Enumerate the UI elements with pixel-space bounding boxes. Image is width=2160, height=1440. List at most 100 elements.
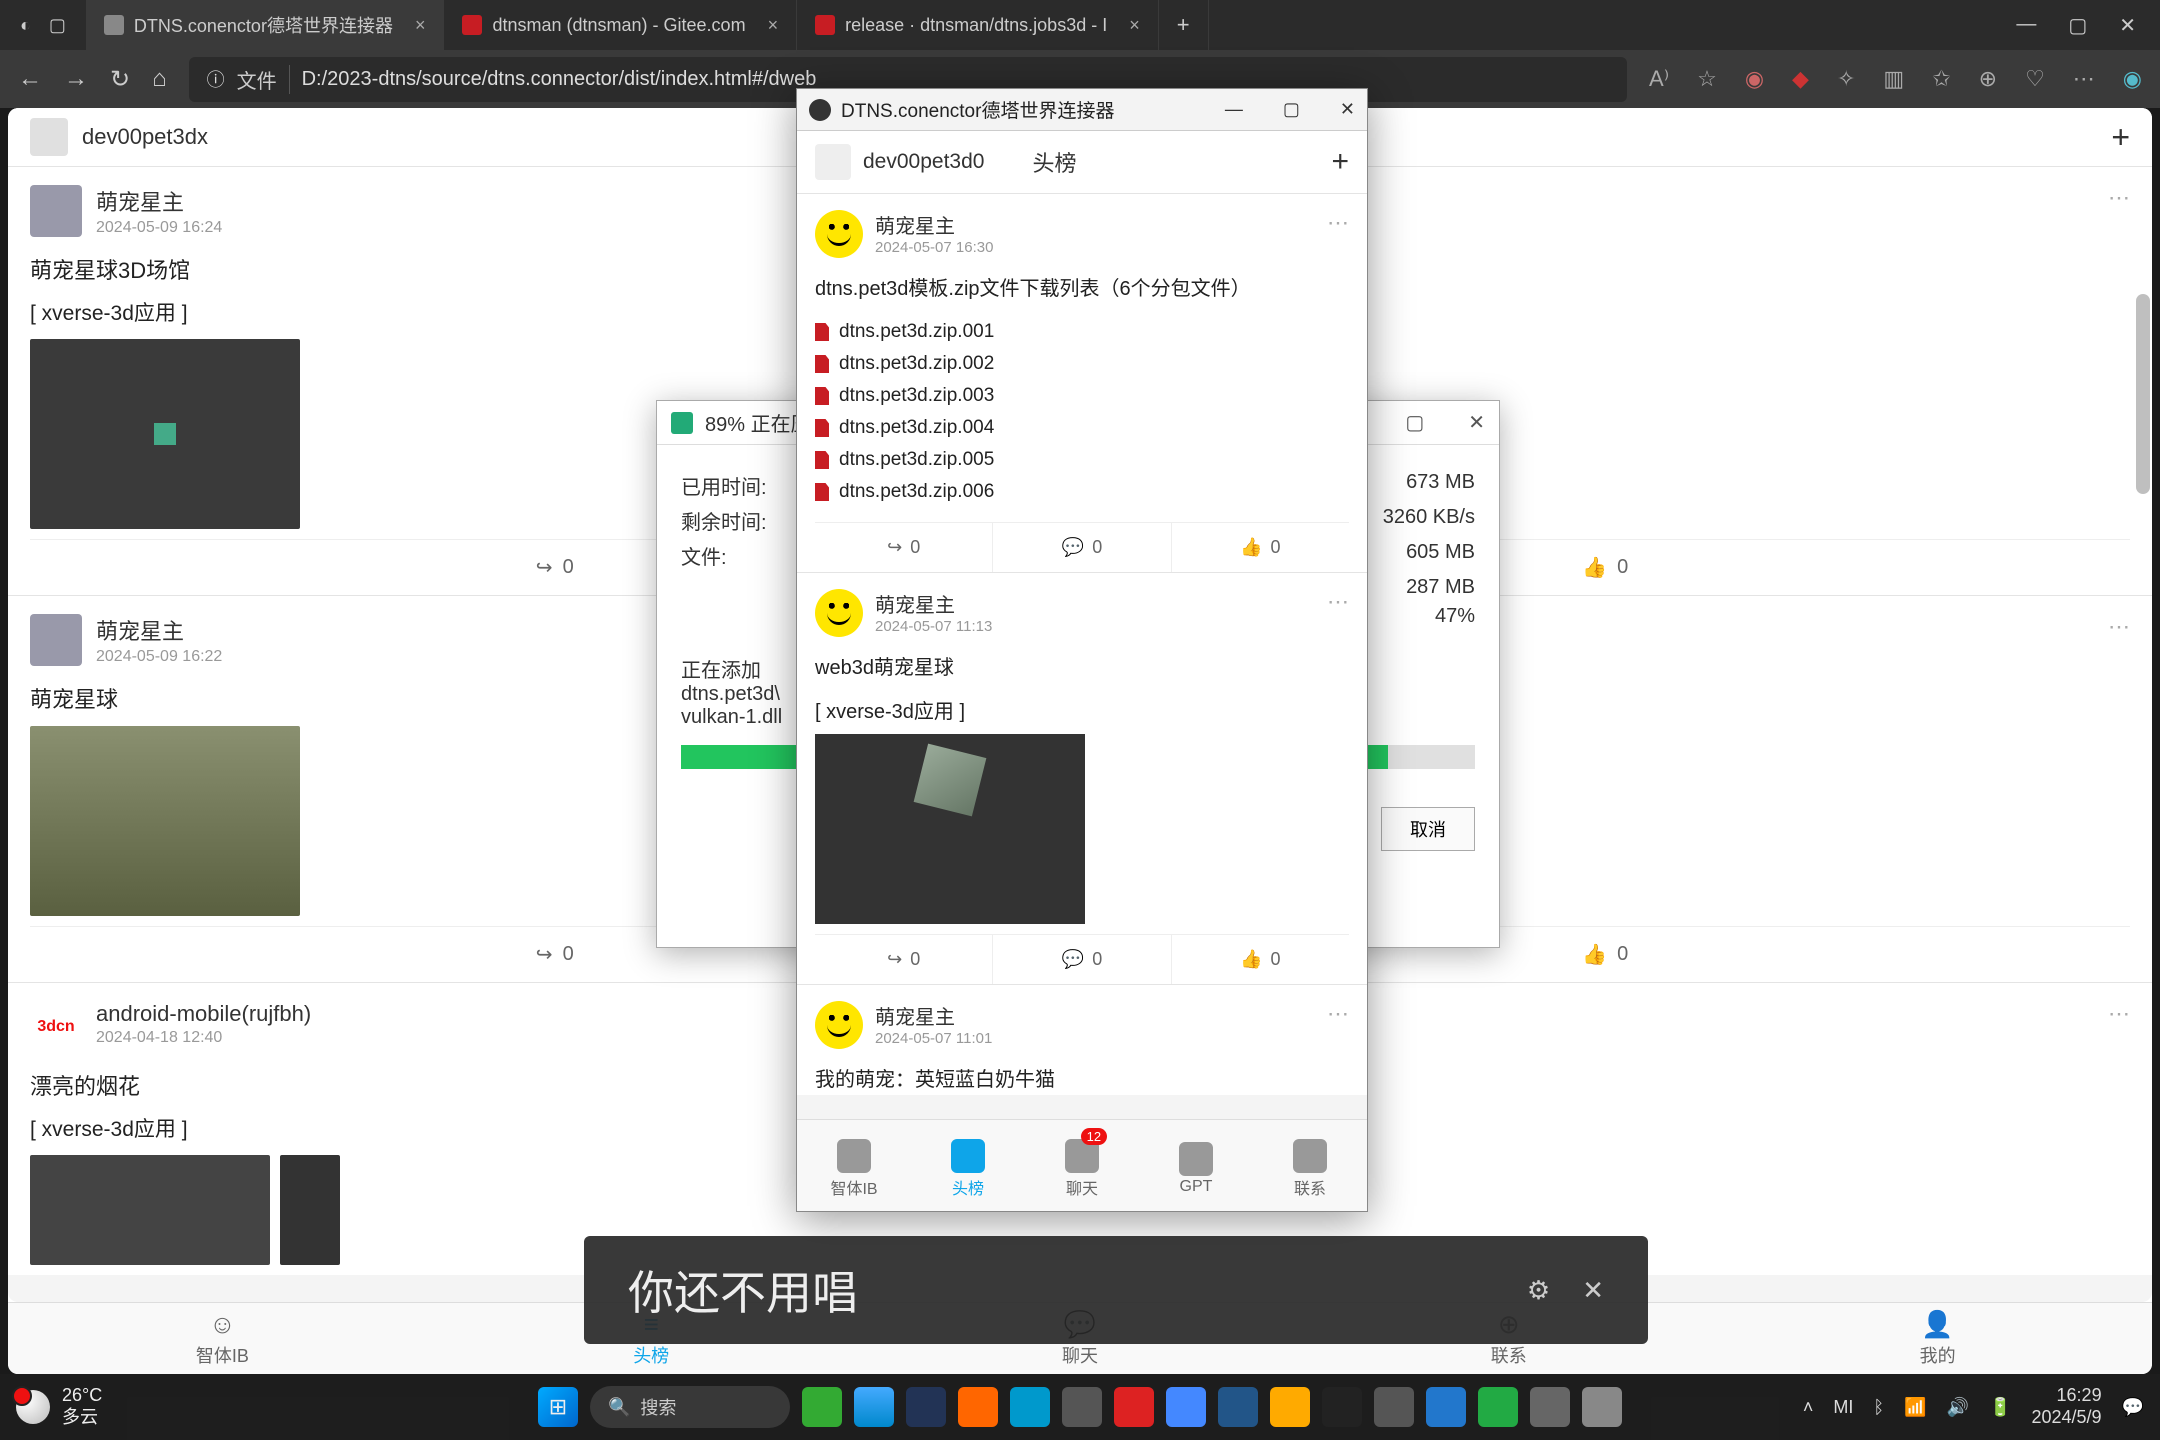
taskbar-app[interactable] — [1166, 1387, 1206, 1427]
close-icon[interactable]: × — [1129, 15, 1140, 36]
post-avatar[interactable] — [815, 1001, 863, 1049]
nav-feed[interactable]: ☺智体IB — [8, 1303, 437, 1374]
taskbar-app[interactable] — [1010, 1387, 1050, 1427]
copilot-icon[interactable]: ◉ — [2123, 66, 2142, 92]
nav-gpt[interactable]: GPT — [1139, 1126, 1253, 1211]
comment-button[interactable]: 💬 0 — [993, 935, 1171, 984]
taskbar-app[interactable] — [1062, 1387, 1102, 1427]
tray-ime-icon[interactable]: MI — [1833, 1397, 1853, 1418]
comment-button[interactable]: 💬 0 — [993, 523, 1171, 572]
file-link[interactable]: dtns.pet3d.zip.003 — [815, 380, 1349, 412]
taskbar-search[interactable]: 🔍 搜索 — [590, 1386, 790, 1428]
add-button[interactable]: + — [1331, 145, 1349, 179]
taskbar-app[interactable] — [854, 1387, 894, 1427]
taskbar-app[interactable] — [802, 1387, 842, 1427]
post-avatar[interactable]: 3dcn — [30, 1001, 82, 1053]
nav-contact[interactable]: 联系 — [1253, 1126, 1367, 1211]
taskbar-app[interactable] — [1218, 1387, 1258, 1427]
settings-icon[interactable]: ⚙ — [1527, 1275, 1550, 1306]
post-image[interactable] — [815, 734, 1085, 924]
taskbar-app[interactable] — [1478, 1387, 1518, 1427]
reload-button[interactable]: ↻ — [110, 65, 130, 94]
post-more-icon[interactable]: ⋯ — [2108, 614, 2130, 640]
taskbar-app[interactable] — [958, 1387, 998, 1427]
nav-me[interactable]: 👤我的 — [1723, 1303, 2152, 1374]
file-link[interactable]: dtns.pet3d.zip.006 — [815, 476, 1349, 508]
taskbar-app[interactable] — [1322, 1387, 1362, 1427]
ext-1-icon[interactable]: ◉ — [1745, 66, 1764, 92]
taskbar-app[interactable] — [1114, 1387, 1154, 1427]
taskbar-app[interactable] — [1582, 1387, 1622, 1427]
close-window-icon[interactable]: ✕ — [2119, 13, 2136, 38]
favorites-icon[interactable]: ✩ — [1932, 66, 1950, 92]
like-button[interactable]: 👍 0 — [1172, 935, 1349, 984]
nav-top[interactable]: 头榜 — [911, 1126, 1025, 1211]
extensions-icon[interactable]: ✧ — [1837, 66, 1855, 92]
back-button[interactable]: ← — [18, 65, 42, 93]
profile-icon[interactable]: ◐ — [20, 15, 31, 36]
post-image[interactable] — [30, 726, 300, 916]
add-button[interactable]: + — [2111, 119, 2130, 156]
tray-volume-icon[interactable]: 🔊 — [1947, 1397, 1969, 1418]
notification-icon[interactable]: 💬 — [2122, 1397, 2144, 1418]
tabs-overview-icon[interactable]: ▢ — [49, 15, 66, 36]
minimize-icon[interactable]: ― — [1225, 99, 1243, 120]
maximize-icon[interactable]: ▢ — [2068, 13, 2087, 38]
close-icon[interactable]: × — [415, 15, 426, 36]
close-icon[interactable]: × — [768, 15, 779, 36]
taskbar-app[interactable] — [906, 1387, 946, 1427]
post-image[interactable] — [280, 1155, 340, 1265]
tray-wifi-icon[interactable]: 📶 — [1904, 1397, 1926, 1418]
file-link[interactable]: dtns.pet3d.zip.001 — [815, 316, 1349, 348]
home-button[interactable]: ⌂ — [152, 65, 167, 93]
close-icon[interactable]: ✕ — [1468, 410, 1485, 435]
forward-button[interactable]: → — [64, 65, 88, 93]
post-more-icon[interactable]: ⋯ — [2108, 1001, 2130, 1027]
nav-chat[interactable]: 聊天12 — [1025, 1126, 1139, 1211]
favorite-icon[interactable]: ☆ — [1697, 66, 1717, 92]
post-avatar[interactable] — [815, 210, 863, 258]
browser-tab[interactable]: release · dtnsman/dtns.jobs3d - I × — [797, 0, 1159, 50]
file-link[interactable]: dtns.pet3d.zip.005 — [815, 444, 1349, 476]
user-avatar[interactable] — [815, 144, 851, 180]
taskbar-app[interactable] — [1426, 1387, 1466, 1427]
taskbar-clock[interactable]: 16:29 2024/5/9 — [2032, 1385, 2102, 1428]
tray-chevron-icon[interactable]: ˄ — [1803, 1397, 1814, 1418]
taskbar-weather[interactable]: 26°C 多云 — [16, 1385, 102, 1428]
post-avatar[interactable] — [815, 589, 863, 637]
post-more-icon[interactable]: ⋯ — [1327, 210, 1349, 236]
tray-battery-icon[interactable]: 🔋 — [1989, 1397, 2011, 1418]
ext-2-icon[interactable]: ◆ — [1792, 66, 1809, 92]
cancel-button[interactable]: 取消 — [1381, 807, 1475, 851]
share-button[interactable]: ↪ 0 — [815, 523, 993, 572]
taskbar-app[interactable] — [1374, 1387, 1414, 1427]
user-avatar[interactable] — [30, 118, 68, 156]
close-icon[interactable]: ✕ — [1340, 99, 1355, 120]
post-more-icon[interactable]: ⋯ — [1327, 1001, 1349, 1027]
post-tag[interactable]: [ xverse-3d应用 ] — [815, 695, 1349, 724]
file-link[interactable]: dtns.pet3d.zip.002 — [815, 348, 1349, 380]
tray-bluetooth-icon[interactable]: ᛒ — [1873, 1397, 1884, 1418]
post-image[interactable] — [30, 1155, 270, 1265]
nav-feed[interactable]: 智体IB — [797, 1126, 911, 1211]
new-tab-button[interactable]: + — [1159, 0, 1209, 50]
like-button[interactable]: 👍 0 — [1172, 523, 1349, 572]
performance-icon[interactable]: ♡ — [2025, 66, 2045, 92]
taskbar-app[interactable] — [1530, 1387, 1570, 1427]
maximize-icon[interactable]: ▢ — [1405, 410, 1424, 435]
split-screen-icon[interactable]: ▥ — [1883, 66, 1904, 92]
taskbar-app[interactable] — [1270, 1387, 1310, 1427]
minimize-icon[interactable]: ― — [2016, 13, 2036, 38]
close-subtitle-icon[interactable]: ✕ — [1582, 1275, 1604, 1306]
file-link[interactable]: dtns.pet3d.zip.004 — [815, 412, 1349, 444]
browser-tab[interactable]: dtnsman (dtnsman) - Gitee.com × — [444, 0, 797, 50]
post-more-icon[interactable]: ⋯ — [2108, 185, 2130, 211]
browser-tab[interactable]: DTNS.conenctor德塔世界连接器 × — [86, 0, 445, 50]
start-button[interactable]: ⊞ — [538, 1387, 578, 1427]
collections-icon[interactable]: ⊕ — [1979, 66, 1997, 92]
maximize-icon[interactable]: ▢ — [1283, 99, 1300, 120]
post-image[interactable] — [30, 339, 300, 529]
read-aloud-icon[interactable]: A⁾ — [1649, 66, 1669, 92]
more-icon[interactable]: ⋯ — [2073, 66, 2095, 92]
scrollbar[interactable] — [2136, 294, 2150, 494]
